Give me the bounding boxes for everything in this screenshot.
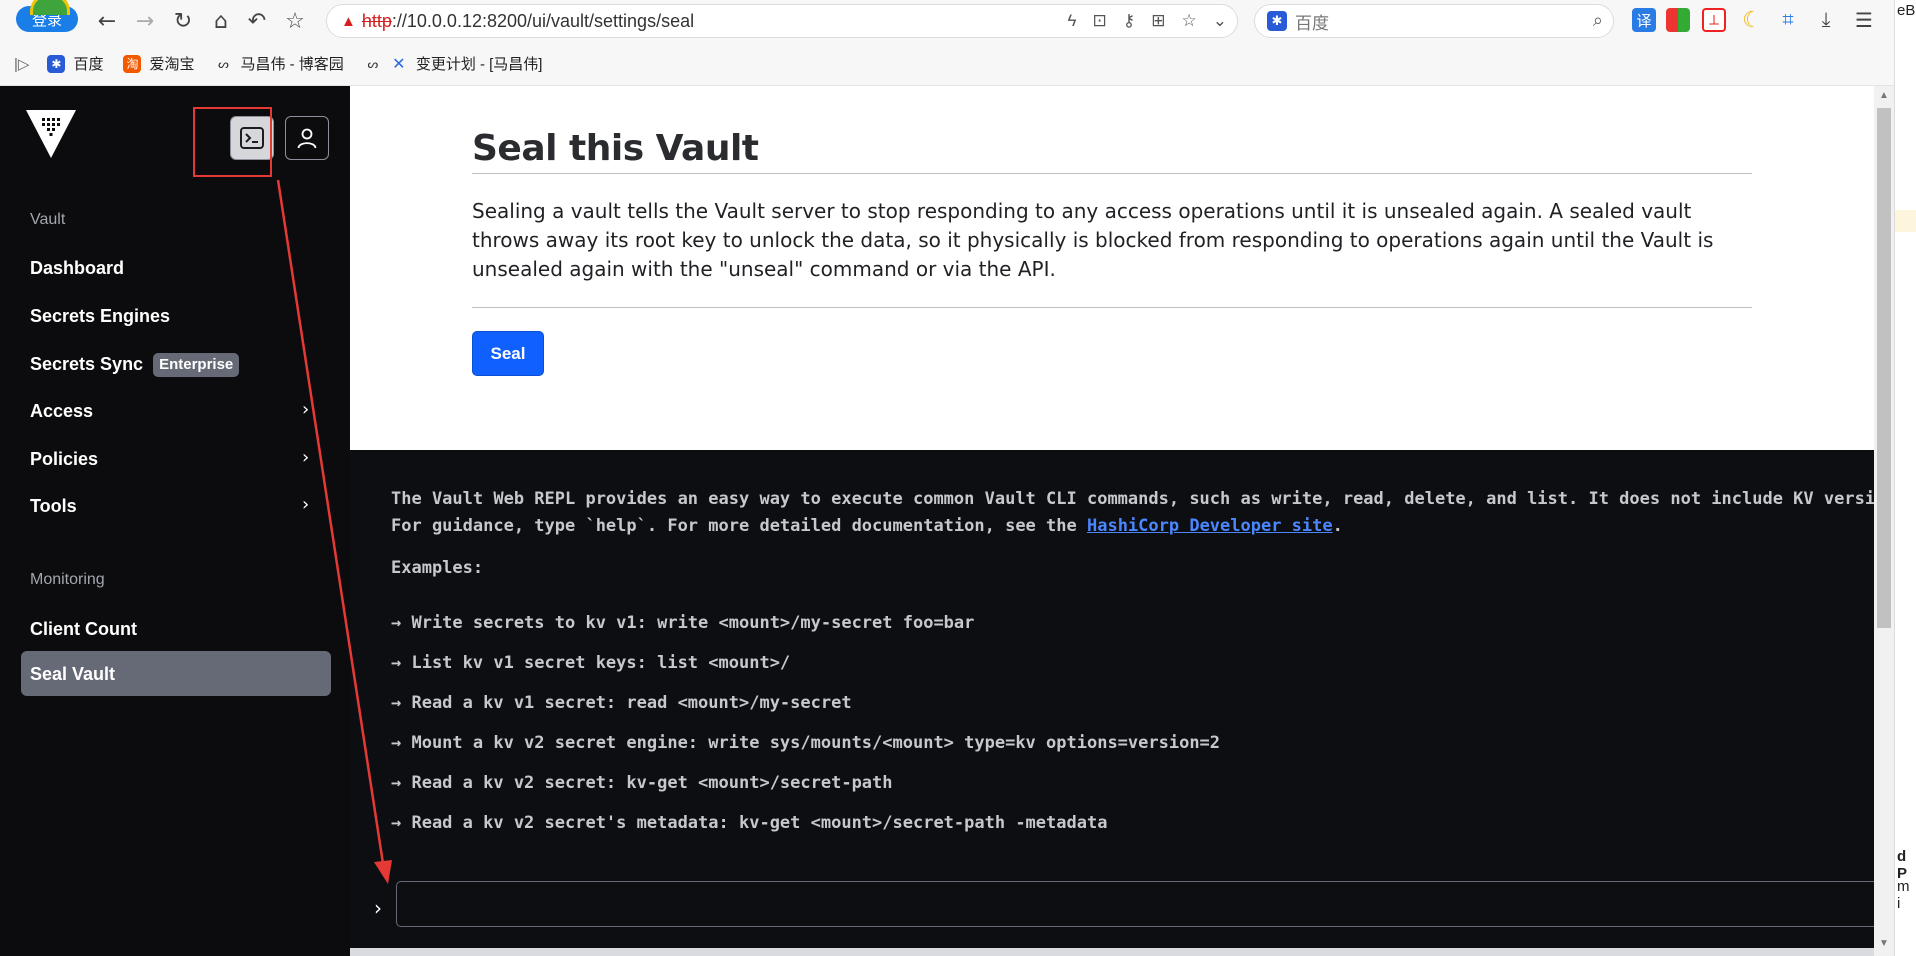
bookmarks-bar: |▷ ✱ 百度 淘爱淘宝 ᔕ 马昌伟 - 博客园 ᔕ ✕ 变更计划 - [马昌伟] (0, 42, 1916, 86)
adjacent-highlight (1895, 210, 1916, 232)
pdf-ext-icon[interactable]: ⟂ (1702, 8, 1726, 32)
scroll-down-icon[interactable]: ▼ (1879, 938, 1889, 949)
url-protocol: http (361, 10, 392, 31)
favorite-icon[interactable]: ☆ (1182, 11, 1197, 31)
moon-ext-icon[interactable]: ☾ (1740, 7, 1764, 32)
confluence-icon: ✕ (392, 55, 406, 73)
repl-examples-label: Examples: (391, 558, 484, 578)
cnblogs-icon: ᔕ (367, 56, 379, 71)
bottom-border (350, 948, 1874, 956)
translate-icon[interactable]: ⊞ (1151, 11, 1165, 31)
key-icon[interactable]: ⚷ (1123, 11, 1135, 31)
chevron-right-icon[interactable]: › (302, 399, 309, 420)
repl-prompt-icon: › (374, 896, 382, 920)
repl-example: → Mount a kv v2 secret engine: write sys… (391, 733, 1221, 753)
chevron-right-icon[interactable]: › (302, 494, 309, 515)
repl-command-input[interactable] (396, 881, 1874, 927)
enterprise-badge: Enterprise (153, 353, 240, 378)
home-icon[interactable]: ⌂ (208, 8, 234, 34)
insecure-warning-icon: ▲ (341, 12, 356, 30)
chevron-right-icon[interactable]: › (302, 447, 309, 468)
hashicorp-developer-link[interactable]: HashiCorp Developer site (1087, 516, 1333, 536)
crop-ext-icon[interactable]: ⌗ (1776, 8, 1800, 32)
baidu-icon: ✱ (47, 54, 66, 73)
bookmark-label: 百度 (73, 56, 104, 73)
repl-guidance-suffix: . (1332, 516, 1343, 536)
browser-toolbar: 登录 ← → ↻ ⌂ ↶ ☆ ▲ http://10.0.0.12:8200/u… (0, 0, 1916, 42)
adjacent-window-edge: eBc d P m i (1894, 0, 1916, 956)
bookmark-aitaobao[interactable]: 淘爱淘宝 (123, 53, 194, 74)
bookmark-label: 马昌伟 - 博客园 (240, 56, 344, 73)
page-title: Seal this Vault (472, 128, 759, 169)
repl-example: → Read a kv v1 secret: read <mount>/my-s… (391, 693, 852, 713)
main-content: Seal this Vault Sealing a vault tells th… (350, 86, 1874, 450)
search-placeholder: 百度 (1295, 13, 1329, 33)
sidebar-toggle-icon[interactable]: |▷ (14, 55, 29, 73)
section-monitoring: Monitoring (30, 571, 105, 588)
repl-example: → Write secrets to kv v1: write <mount>/… (391, 613, 975, 633)
reload-icon[interactable]: ↻ (170, 8, 196, 34)
flash-icon[interactable]: ϟ (1068, 11, 1077, 31)
bookmark-baidu[interactable]: ✱ 百度 (47, 53, 103, 74)
repl-example: → Read a kv v2 secret's metadata: kv-get… (391, 813, 1108, 833)
seal-description: Sealing a vault tells the Vault server t… (472, 199, 1714, 281)
bookmark-change-plan[interactable]: ᔕ ✕ 变更计划 - [马昌伟] (364, 53, 543, 74)
adjacent-text: m i (1897, 878, 1910, 912)
console-toggle-button[interactable] (230, 116, 274, 160)
baidu-icon: ✱ (1267, 11, 1287, 31)
section-vault: Vault (30, 211, 66, 228)
translate-ext-icon[interactable]: 译 (1632, 8, 1656, 32)
sidebar-item-tools[interactable]: Tools (30, 494, 77, 518)
content-divider (472, 307, 1752, 308)
sidebar-item-label: Secrets Sync (30, 354, 144, 374)
address-bar-icons: ϟ ⊡ ⚷ ⊞ ☆ ⌄ (1068, 11, 1227, 31)
bookmark-label: 爱淘宝 (149, 56, 195, 73)
page-scrollbar[interactable]: ▲ ▼ (1874, 86, 1894, 956)
apps-ext-icon[interactable] (1666, 8, 1690, 32)
cnblogs-icon: ᔕ (218, 56, 229, 71)
adjacent-text: d P (1897, 848, 1908, 882)
screenshot-icon[interactable]: ⊡ (1093, 11, 1107, 31)
sidebar-item-seal-vault[interactable]: Seal Vault (30, 662, 115, 686)
user-icon (297, 128, 317, 149)
adjacent-text: eBc (1897, 2, 1916, 19)
back-icon[interactable]: ← (94, 8, 120, 34)
undo-icon[interactable]: ↶ (244, 8, 270, 34)
repl-example: → List kv v1 secret keys: list <mount>/ (391, 653, 791, 673)
sidebar-item-dashboard[interactable]: Dashboard (30, 256, 124, 280)
sidebar-item-policies[interactable]: Policies (30, 447, 98, 471)
download-icon[interactable]: ⤓ (1814, 8, 1838, 32)
forward-icon[interactable]: → (132, 8, 158, 34)
repl-example: → Read a kv v2 secret: kv-get <mount>/se… (391, 773, 893, 793)
sidebar-item-access[interactable]: Access (30, 399, 93, 423)
scroll-thumb[interactable] (1877, 108, 1891, 628)
repl-intro-line: The Vault Web REPL provides an easy way … (391, 489, 1874, 509)
web-repl-console: The Vault Web REPL provides an easy way … (350, 450, 1874, 950)
sidebar-item-secrets-sync[interactable]: Secrets Sync Enterprise (30, 352, 240, 378)
terminal-icon (240, 127, 264, 149)
repl-guidance-line: For guidance, type `help`. For more deta… (391, 516, 1343, 536)
menu-icon[interactable]: ☰ (1852, 8, 1876, 32)
chevron-down-icon[interactable]: ⌄ (1213, 11, 1227, 31)
seal-button[interactable]: Seal (472, 331, 544, 376)
bookmark-cnblogs[interactable]: ᔕ 马昌伟 - 博客园 (214, 53, 344, 74)
sidebar-item-secrets-engines[interactable]: Secrets Engines (30, 304, 170, 328)
bookmark-star-icon[interactable]: ☆ (282, 8, 308, 34)
taobao-icon: 淘 (123, 54, 142, 73)
vault-sidebar: Vault Dashboard Secrets Engines Secrets … (0, 86, 350, 956)
bookmark-label: 变更计划 - [马昌伟] (415, 56, 543, 73)
repl-guidance-text: For guidance, type `help`. For more deta… (391, 516, 1087, 536)
login-badge[interactable]: 登录 (16, 0, 78, 32)
user-menu-button[interactable] (285, 116, 329, 160)
vault-logo-icon[interactable] (26, 110, 76, 158)
search-icon[interactable]: ⌕ (1593, 10, 1603, 31)
search-bar[interactable]: ✱ 百度 ⌕ (1254, 4, 1614, 38)
sidebar-item-client-count[interactable]: Client Count (30, 617, 137, 641)
url-path: ://10.0.0.12:8200/ui/vault/settings/seal (391, 10, 695, 31)
address-bar[interactable]: ▲ http://10.0.0.12:8200/ui/vault/setting… (326, 4, 1238, 38)
title-divider (472, 173, 1752, 174)
scroll-up-icon[interactable]: ▲ (1879, 90, 1889, 101)
